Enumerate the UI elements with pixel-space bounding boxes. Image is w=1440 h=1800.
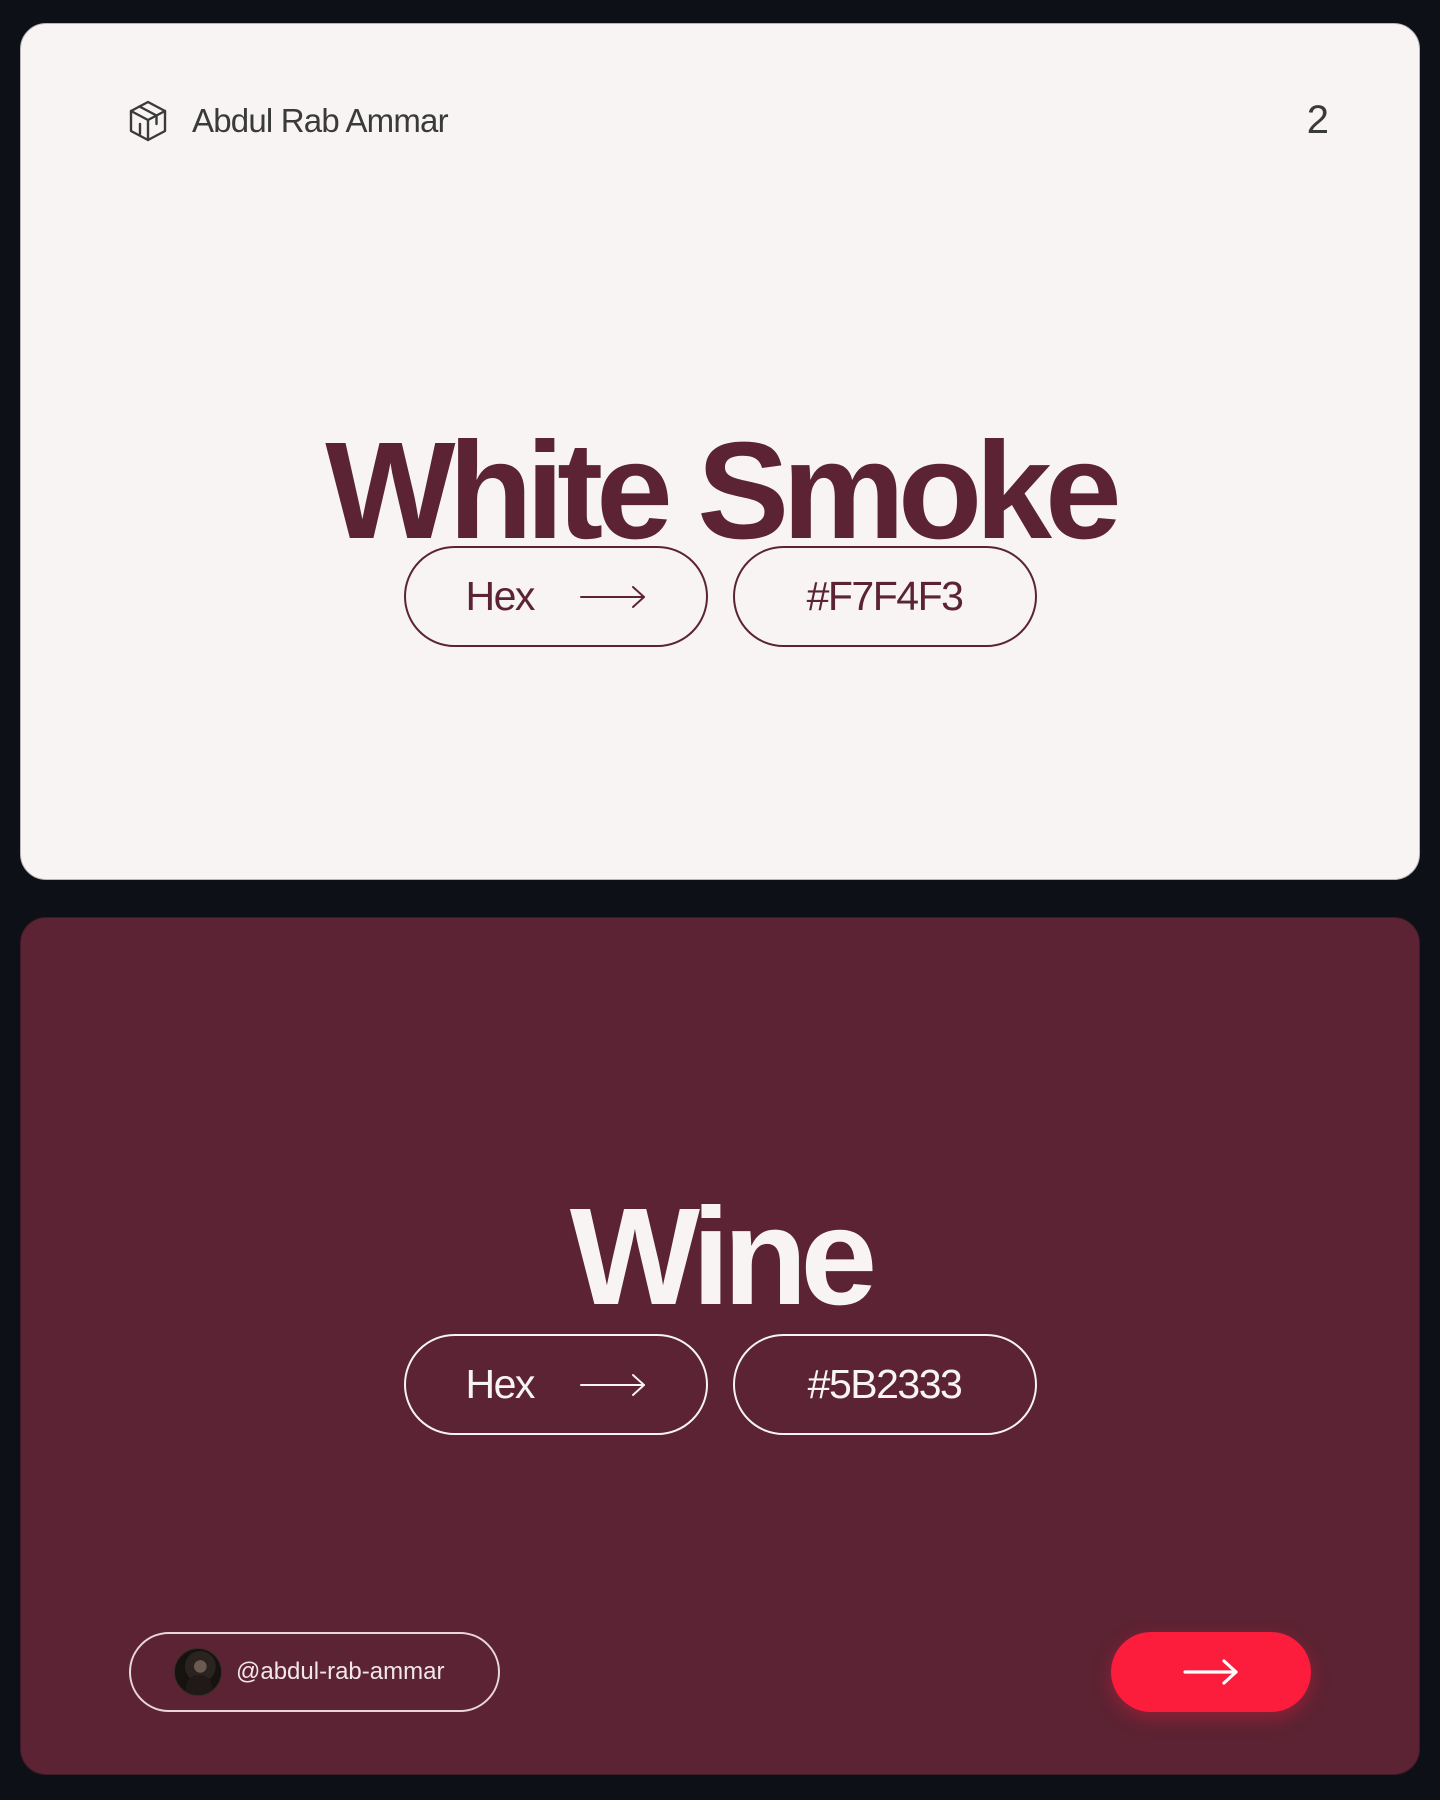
hex-label: Hex [465, 573, 536, 619]
swatch-info-row: Hex #5B2333 [21, 1334, 1419, 1435]
hex-value-pill: #5B2333 [732, 1334, 1037, 1435]
hex-label: Hex [465, 1361, 536, 1407]
swatch-title: White Smoke [325, 414, 1121, 568]
swatch-card-white-smoke: Abdul Rab Ammar 2 White Smoke Hex #F7F4F… [20, 23, 1420, 880]
arrow-right-icon [1183, 1659, 1238, 1685]
page-number: 2 [1306, 98, 1329, 142]
brand: Abdul Rab Ammar [128, 99, 449, 143]
swatch-info-row: Hex #F7F4F3 [21, 546, 1419, 647]
cube-icon [129, 100, 167, 142]
arrow-right-icon [579, 1373, 645, 1396]
brand-name: Abdul Rab Ammar [192, 102, 449, 139]
swatch-title: Wine [569, 1180, 877, 1334]
author-handle[interactable]: @abdul-rab-ammar [129, 1632, 500, 1712]
hex-label-pill: Hex [403, 1334, 708, 1435]
avatar [174, 1648, 222, 1696]
page: Abdul Rab Ammar 2 White Smoke Hex #F7F4F… [0, 0, 1440, 1800]
handle-text: @abdul-rab-ammar [236, 1658, 445, 1685]
swatch-card-wine: Wine Hex #5B2333 @abdul-rab-ammar [20, 917, 1420, 1775]
hex-value: #5B2333 [807, 1361, 963, 1407]
hex-value-pill: #F7F4F3 [732, 546, 1037, 647]
hex-value: #F7F4F3 [806, 573, 964, 619]
next-button[interactable] [1111, 1632, 1311, 1712]
hex-label-pill: Hex [403, 546, 708, 647]
arrow-right-icon [579, 585, 645, 608]
